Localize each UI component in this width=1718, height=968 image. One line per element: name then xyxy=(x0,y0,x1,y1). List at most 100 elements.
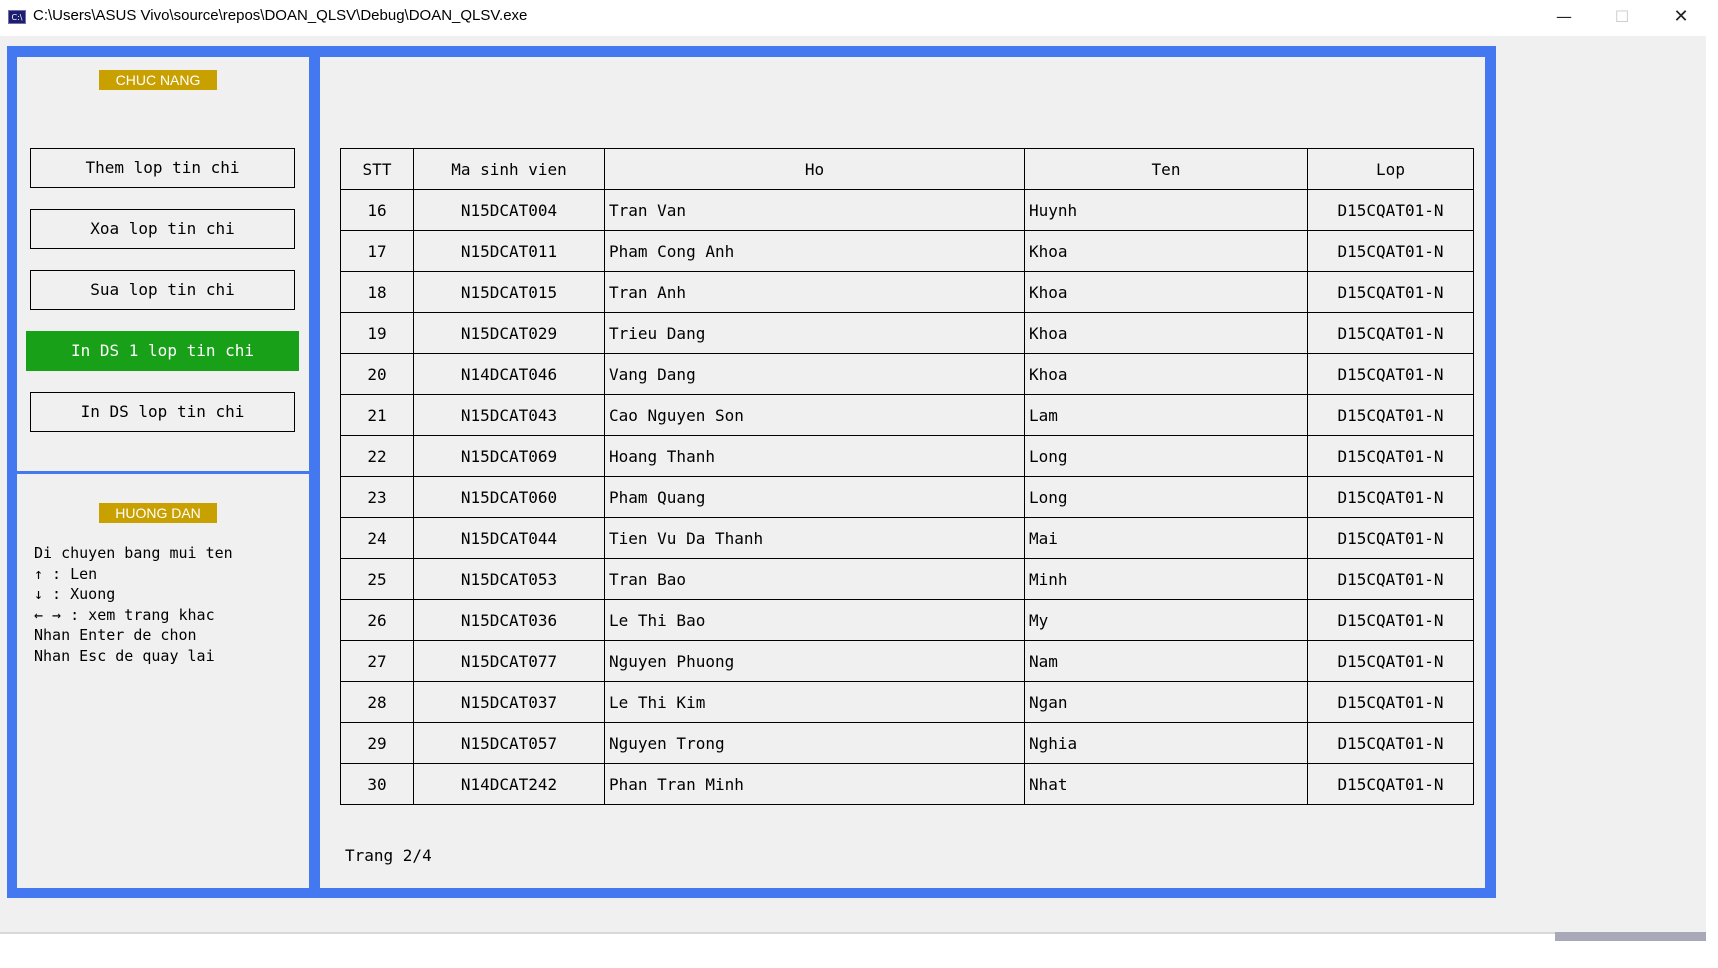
guide-label: HUONG DAN xyxy=(99,503,217,523)
cell-stt: 16 xyxy=(340,189,414,231)
cell-first-name: Khoa xyxy=(1024,312,1308,354)
guide-line: ↑ : Len xyxy=(34,564,98,583)
page-indicator: Trang 2/4 xyxy=(345,846,432,865)
table-row[interactable]: 24 N15DCAT044 Tien Vu Da Thanh Mai D15CQAT01… xyxy=(340,517,1474,559)
table-row[interactable]: 20 N14DCAT046 Vang Dang Khoa D15CQAT01-N xyxy=(340,353,1474,395)
menu-item-print-credit-classes[interactable]: In DS lop tin chi xyxy=(30,392,295,432)
cell-first-name: Khoa xyxy=(1024,271,1308,313)
menu-item-delete-credit-class[interactable]: Xoa lop tin chi xyxy=(30,209,295,249)
cell-first-name: Nghia xyxy=(1024,722,1308,764)
cell-class: D15CQAT01-N xyxy=(1307,763,1474,805)
table-row[interactable]: 25 N15DCAT053 Tran Bao Minh D15CQAT01-N xyxy=(340,558,1474,600)
cell-stt: 26 xyxy=(340,599,414,641)
cell-student-id: N15DCAT004 xyxy=(413,189,605,231)
console-bottom-edge xyxy=(0,932,1706,934)
cell-class: D15CQAT01-N xyxy=(1307,271,1474,313)
table-row[interactable]: 27 N15DCAT077 Nguyen Phuong Nam D15CQAT01-N xyxy=(340,640,1474,682)
functions-label: CHUC NANG xyxy=(99,70,217,90)
table-row[interactable]: 19 N15DCAT029 Trieu Dang Khoa D15CQAT01-N xyxy=(340,312,1474,354)
cell-student-id: N15DCAT053 xyxy=(413,558,605,600)
table-row[interactable]: 17 N15DCAT011 Pham Cong Anh Khoa D15CQAT01-N xyxy=(340,230,1474,272)
cell-last-name: Le Thi Kim xyxy=(604,681,1025,723)
cell-first-name: Lam xyxy=(1024,394,1308,436)
cell-student-id: N14DCAT046 xyxy=(413,353,605,395)
cell-stt: 23 xyxy=(340,476,414,518)
cell-stt: 18 xyxy=(340,271,414,313)
guide-line: ↓ : Xuong xyxy=(34,585,116,603)
cell-first-name: Nam xyxy=(1024,640,1308,682)
cell-last-name: Le Thi Bao xyxy=(604,599,1025,641)
column-header-stt: STT xyxy=(340,148,414,190)
cell-class: D15CQAT01-N xyxy=(1307,558,1474,600)
menu-item-edit-credit-class[interactable]: Sua lop tin chi xyxy=(30,270,295,310)
cell-stt: 25 xyxy=(340,558,414,600)
cell-first-name: Ngan xyxy=(1024,681,1308,723)
table-row[interactable]: 29 N15DCAT057 Nguyen Trong Nghia D15CQAT01-N xyxy=(340,722,1474,764)
cell-last-name: Trieu Dang xyxy=(604,312,1025,354)
cell-last-name: Tran Bao xyxy=(604,558,1025,600)
minimize-button[interactable]: — xyxy=(1535,0,1593,34)
table-body: 16 N15DCAT004 Tran Van Huynh D15CQAT01-N 17 N1… xyxy=(340,189,1474,805)
cell-last-name: Tran Van xyxy=(604,189,1025,231)
cell-student-id: N15DCAT069 xyxy=(413,435,605,477)
column-header-class: Lop xyxy=(1307,148,1474,190)
cell-last-name: Nguyen Trong xyxy=(604,722,1025,764)
cell-student-id: N15DCAT036 xyxy=(413,599,605,641)
menu-item-print-one-credit-class[interactable]: In DS 1 lop tin chi xyxy=(26,331,299,371)
cell-student-id: N14DCAT242 xyxy=(413,763,605,805)
cell-class: D15CQAT01-N xyxy=(1307,599,1474,641)
table-row[interactable]: 22 N15DCAT069 Hoang Thanh Long D15CQAT01-N xyxy=(340,435,1474,477)
cell-first-name: My xyxy=(1024,599,1308,641)
guide-line: Nhan Enter de chon xyxy=(34,626,197,644)
close-button[interactable]: ✕ xyxy=(1652,0,1710,34)
sidebar-divider xyxy=(17,471,309,474)
cell-stt: 29 xyxy=(340,722,414,764)
cell-class: D15CQAT01-N xyxy=(1307,394,1474,436)
cell-class: D15CQAT01-N xyxy=(1307,517,1474,559)
window-title: C:\Users\ASUS Vivo\source\repos\DOAN_QLS… xyxy=(33,7,528,24)
cell-student-id: N15DCAT077 xyxy=(413,640,605,682)
table-row[interactable]: 23 N15DCAT060 Pham Quang Long D15CQAT01-N xyxy=(340,476,1474,518)
cell-class: D15CQAT01-N xyxy=(1307,681,1474,723)
cell-stt: 28 xyxy=(340,681,414,723)
column-header-last-name: Ho xyxy=(604,148,1025,190)
cell-class: D15CQAT01-N xyxy=(1307,476,1474,518)
guide-text: Di chuyen bang mui ten ↑ : Len ↓ : Xuong… xyxy=(34,543,233,666)
cell-last-name: Vang Dang xyxy=(604,353,1025,395)
cell-class: D15CQAT01-N xyxy=(1307,640,1474,682)
table-header-row: STT Ma sinh vien Ho Ten Lop xyxy=(340,148,1474,190)
table-row[interactable]: 30 N14DCAT242 Phan Tran Minh Nhat D15CQAT01-… xyxy=(340,763,1474,805)
column-header-first-name: Ten xyxy=(1024,148,1308,190)
cell-student-id: N15DCAT044 xyxy=(413,517,605,559)
cell-stt: 27 xyxy=(340,640,414,682)
cell-stt: 19 xyxy=(340,312,414,354)
cell-stt: 30 xyxy=(340,763,414,805)
cell-first-name: Huynh xyxy=(1024,189,1308,231)
cell-student-id: N15DCAT015 xyxy=(413,271,605,313)
table-row[interactable]: 26 N15DCAT036 Le Thi Bao My D15CQAT01-N xyxy=(340,599,1474,641)
cell-last-name: Tien Vu Da Thanh xyxy=(604,517,1025,559)
table-row[interactable]: 28 N15DCAT037 Le Thi Kim Ngan D15CQAT01-N xyxy=(340,681,1474,723)
table-row[interactable]: 21 N15DCAT043 Cao Nguyen Son Lam D15CQAT01-N xyxy=(340,394,1474,436)
horizontal-scrollbar-thumb[interactable] xyxy=(1555,932,1706,941)
console-app-icon: C:\ xyxy=(8,10,26,24)
menu-item-add-credit-class[interactable]: Them lop tin chi xyxy=(30,148,295,188)
cell-last-name: Pham Cong Anh xyxy=(604,230,1025,272)
cell-first-name: Long xyxy=(1024,476,1308,518)
maximize-button[interactable]: ☐ xyxy=(1593,0,1651,34)
cell-stt: 24 xyxy=(340,517,414,559)
cell-student-id: N15DCAT029 xyxy=(413,312,605,354)
cell-first-name: Khoa xyxy=(1024,230,1308,272)
title-bar: C:\ C:\Users\ASUS Vivo\source\repos\DOAN… xyxy=(0,0,1718,36)
cell-class: D15CQAT01-N xyxy=(1307,189,1474,231)
cell-stt: 20 xyxy=(340,353,414,395)
table-row[interactable]: 18 N15DCAT015 Tran Anh Khoa D15CQAT01-N xyxy=(340,271,1474,313)
guide-line: Nhan Esc de quay lai xyxy=(34,646,215,665)
column-header-student-id: Ma sinh vien xyxy=(413,148,605,190)
cell-last-name: Phan Tran Minh xyxy=(604,763,1025,805)
cell-last-name: Cao Nguyen Son xyxy=(604,394,1025,436)
guide-line: ← → : xem trang khac xyxy=(34,605,215,624)
table-row[interactable]: 16 N15DCAT004 Tran Van Huynh D15CQAT01-N xyxy=(340,189,1474,231)
cell-last-name: Tran Anh xyxy=(604,271,1025,313)
cell-first-name: Khoa xyxy=(1024,353,1308,395)
